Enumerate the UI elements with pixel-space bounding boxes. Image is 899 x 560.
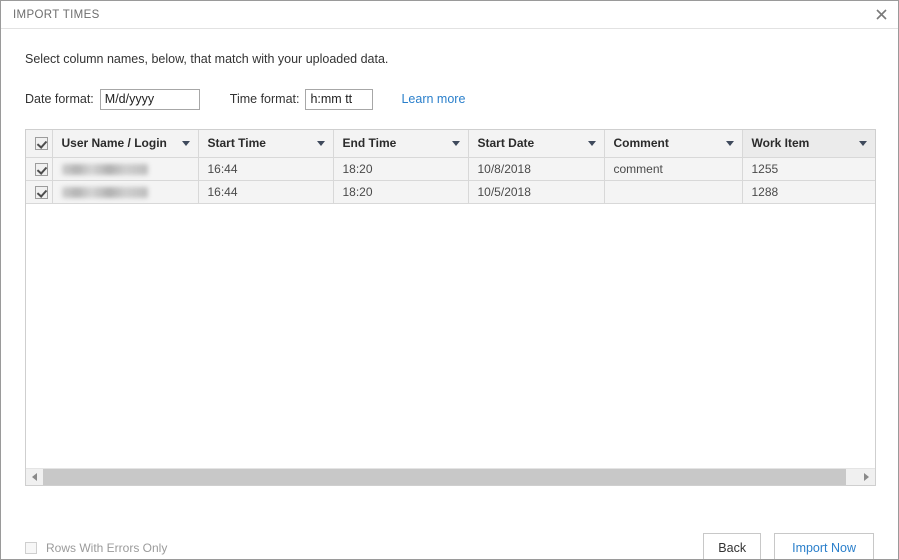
rows-with-errors-only-toggle[interactable]: Rows With Errors Only <box>25 541 167 555</box>
cell-work-item: 1288 <box>742 180 875 204</box>
cell-user-name <box>52 157 199 181</box>
format-row: Date format: Time format: Learn more <box>25 88 874 110</box>
row-select-cell[interactable] <box>26 157 53 181</box>
import-times-dialog: IMPORT TIMES Select column names, below,… <box>0 0 899 560</box>
column-header-user-name[interactable]: User Name / Login <box>52 130 199 158</box>
column-header-end-time[interactable]: End Time <box>333 130 469 158</box>
import-now-button[interactable]: Import Now <box>774 533 874 559</box>
chevron-down-icon[interactable] <box>181 140 190 146</box>
column-label: Start Time <box>207 136 266 151</box>
dialog-footer: Rows With Errors Only Back Import Now <box>25 533 874 559</box>
column-label: User Name / Login <box>61 136 167 151</box>
cell-end-time: 18:20 <box>333 157 469 181</box>
chevron-down-icon[interactable] <box>587 140 596 146</box>
column-label: Comment <box>613 136 669 151</box>
dialog-content: Select column names, below, that match w… <box>1 52 898 559</box>
table-row[interactable]: 16:44 18:20 10/5/2018 1288 <box>26 180 875 204</box>
arrow-right-icon[interactable] <box>858 469 875 485</box>
back-button[interactable]: Back <box>703 533 762 559</box>
cell-work-item: 1255 <box>742 157 875 181</box>
grid-empty-area <box>26 203 875 476</box>
table-header-row: User Name / Login Start Time End Time St… <box>26 130 875 158</box>
column-header-start-time[interactable]: Start Time <box>198 130 334 158</box>
date-format-input[interactable] <box>99 88 200 110</box>
cell-start-date: 10/8/2018 <box>468 157 605 181</box>
redacted-user-name <box>61 187 148 199</box>
cell-comment: comment <box>604 157 743 181</box>
chevron-down-icon[interactable] <box>858 140 867 146</box>
cell-end-time: 18:20 <box>333 180 469 204</box>
horizontal-scrollbar[interactable] <box>26 468 875 485</box>
close-icon[interactable] <box>864 1 898 28</box>
redacted-user-name <box>61 164 148 176</box>
row-checkbox[interactable] <box>35 185 48 199</box>
import-table: User Name / Login Start Time End Time St… <box>26 130 875 204</box>
chevron-down-icon[interactable] <box>316 140 325 146</box>
scrollbar-track[interactable] <box>43 469 858 485</box>
rows-with-errors-only-label: Rows With Errors Only <box>46 541 168 555</box>
instruction-text: Select column names, below, that match w… <box>25 52 389 66</box>
column-header-work-item[interactable]: Work Item <box>742 130 875 158</box>
chevron-down-icon[interactable] <box>725 140 734 146</box>
time-format-label: Time format: <box>229 92 300 106</box>
cell-start-time: 16:44 <box>198 180 334 204</box>
footer-buttons: Back Import Now <box>703 533 874 559</box>
row-select-cell[interactable] <box>26 180 53 204</box>
titlebar: IMPORT TIMES <box>1 1 898 29</box>
select-all-checkbox[interactable] <box>35 137 48 151</box>
cell-user-name <box>52 180 199 204</box>
select-all-header[interactable] <box>26 130 53 158</box>
import-grid: User Name / Login Start Time End Time St… <box>25 129 876 486</box>
arrow-left-icon[interactable] <box>26 469 43 485</box>
column-label: Work Item <box>751 136 810 151</box>
time-format-input[interactable] <box>305 88 374 110</box>
learn-more-link[interactable]: Learn more <box>401 92 465 106</box>
column-header-start-date[interactable]: Start Date <box>468 130 605 158</box>
cell-start-date: 10/5/2018 <box>468 180 605 204</box>
date-format-label: Date format: <box>25 92 94 106</box>
table-row[interactable]: 16:44 18:20 10/8/2018 comment 1255 <box>26 157 875 181</box>
scrollbar-thumb[interactable] <box>43 469 846 485</box>
cell-comment <box>604 180 743 204</box>
cell-start-time: 16:44 <box>198 157 334 181</box>
row-checkbox[interactable] <box>35 162 48 176</box>
column-header-comment[interactable]: Comment <box>604 130 743 158</box>
column-label: Start Date <box>477 136 535 151</box>
window-title: IMPORT TIMES <box>13 8 100 21</box>
chevron-down-icon[interactable] <box>451 140 460 146</box>
rows-with-errors-only-checkbox[interactable] <box>25 542 37 554</box>
column-label: End Time <box>342 136 397 151</box>
